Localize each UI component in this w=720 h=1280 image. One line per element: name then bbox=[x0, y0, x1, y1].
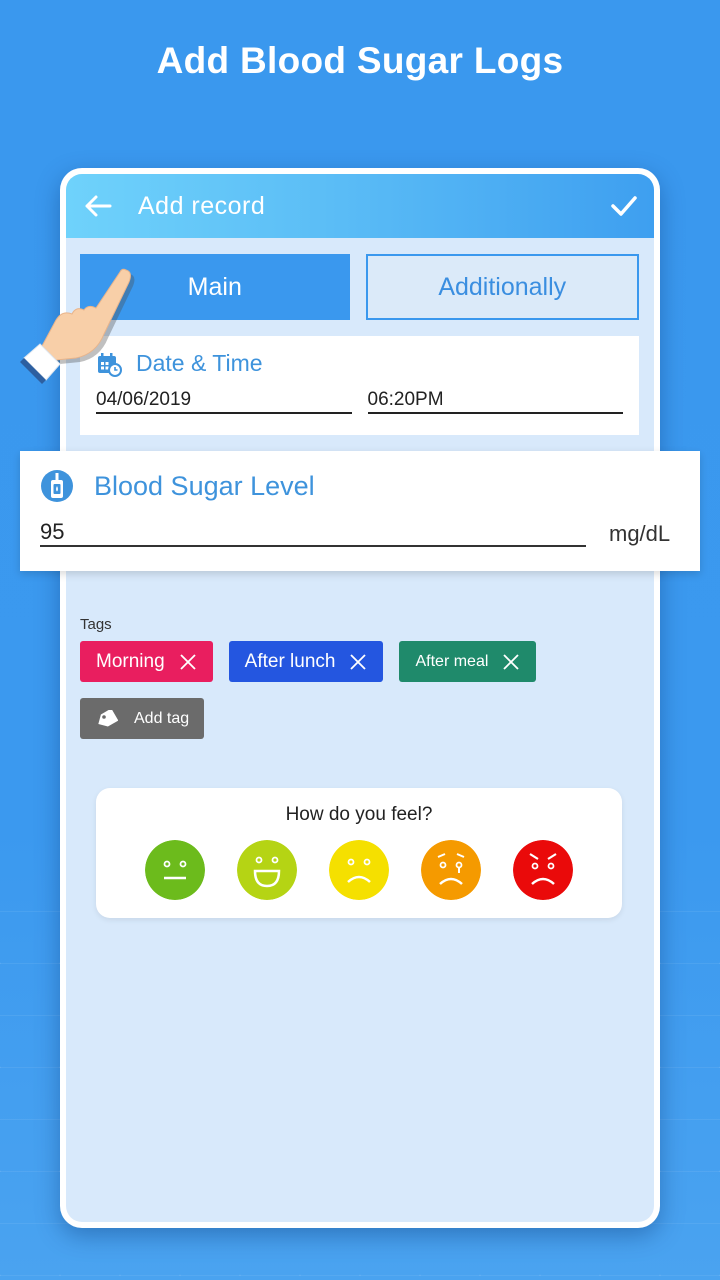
blood-sugar-input[interactable]: 95 bbox=[40, 519, 586, 547]
blood-sugar-title: Blood Sugar Level bbox=[94, 470, 315, 501]
screen-title: Add record bbox=[138, 191, 266, 220]
glucometer-icon bbox=[41, 470, 73, 502]
mood-title: How do you feel? bbox=[285, 804, 433, 825]
mood-card: How do you feel? bbox=[96, 788, 622, 918]
tag-chip[interactable]: After lunch bbox=[228, 641, 384, 682]
app-screen: Add record Main Additionally Date & Time… bbox=[66, 174, 654, 1222]
close-icon bbox=[350, 653, 367, 670]
tag-label: After meal bbox=[415, 652, 489, 670]
date-field[interactable]: 04/06/2019 bbox=[96, 389, 352, 414]
mood-angry-icon[interactable] bbox=[513, 840, 573, 900]
blood-sugar-header: Blood Sugar Level bbox=[40, 469, 680, 503]
mood-options bbox=[96, 840, 622, 900]
mood-neutral-icon[interactable] bbox=[145, 840, 205, 900]
back-button[interactable] bbox=[66, 194, 130, 218]
app-bar: Add record bbox=[66, 174, 654, 238]
mood-sad-icon[interactable] bbox=[329, 840, 389, 900]
mood-crying-icon[interactable] bbox=[421, 840, 481, 900]
time-field[interactable]: 06:20PM bbox=[367, 389, 623, 414]
arrow-left-icon bbox=[85, 195, 112, 217]
remove-tag-button[interactable] bbox=[349, 653, 367, 671]
tag-icon bbox=[96, 709, 118, 728]
close-icon bbox=[503, 653, 520, 670]
save-button[interactable] bbox=[594, 195, 654, 217]
remove-tag-button[interactable] bbox=[179, 653, 197, 671]
tag-label: Morning bbox=[96, 650, 165, 672]
tab-additionally[interactable]: Additionally bbox=[365, 254, 639, 320]
tab-bar: Main Additionally bbox=[66, 238, 654, 320]
time-value: 06:20PM bbox=[367, 389, 444, 410]
tag-chip[interactable]: After meal bbox=[399, 641, 537, 682]
check-icon bbox=[611, 196, 637, 216]
tag-chip[interactable]: Morning bbox=[80, 641, 213, 682]
tags-label: Tags bbox=[80, 616, 112, 633]
promo-headline: Add Blood Sugar Logs bbox=[156, 40, 564, 81]
unit-label: mg/dL bbox=[609, 521, 671, 546]
add-tag-button[interactable]: Add tag bbox=[80, 698, 205, 739]
tag-label: After lunch bbox=[244, 650, 336, 672]
pointing-hand-icon bbox=[20, 268, 135, 384]
phone-frame: Add record Main Additionally Date & Time… bbox=[60, 168, 660, 1228]
date-time-header: Date & Time bbox=[96, 350, 623, 377]
date-time-title: Date & Time bbox=[136, 350, 263, 376]
tag-list: Morning After lunch After meal Add tag bbox=[80, 641, 600, 739]
mood-happy-icon[interactable] bbox=[237, 840, 297, 900]
date-time-card: Date & Time 04/06/2019 06:20PM bbox=[80, 336, 639, 435]
close-icon bbox=[180, 653, 196, 670]
remove-tag-button[interactable] bbox=[502, 653, 520, 671]
blood-sugar-card: Blood Sugar Level 95 mg/dL bbox=[20, 451, 700, 571]
add-tag-label: Add tag bbox=[134, 709, 190, 727]
